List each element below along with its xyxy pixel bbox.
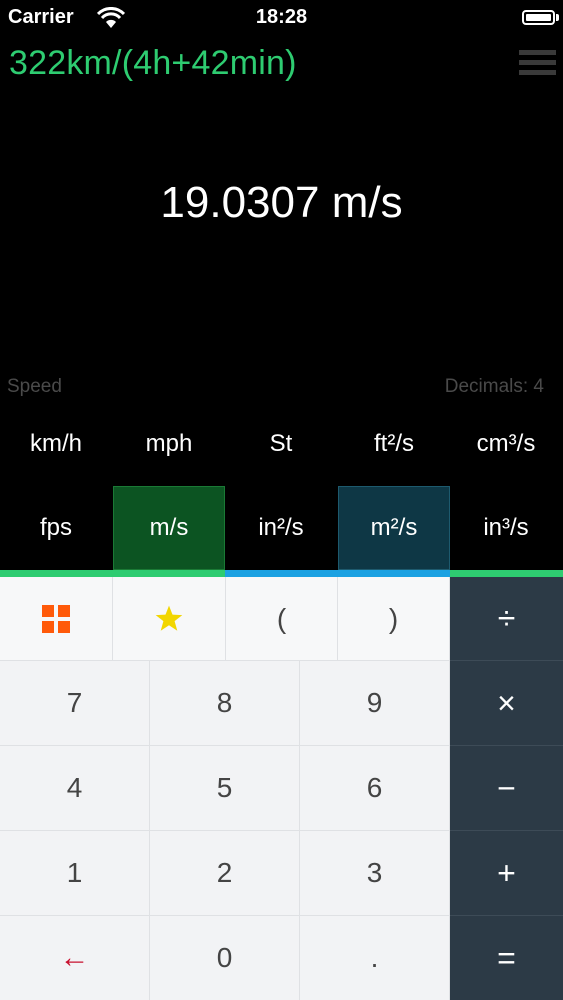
unit-fps[interactable]: fps [0, 486, 112, 570]
key-5[interactable]: 5 [150, 746, 300, 831]
clock: 18:28 [255, 6, 308, 28]
favorite-button[interactable] [113, 577, 226, 661]
result-display: 19.0307 m/s [160, 178, 403, 227]
key-3[interactable]: 3 [300, 831, 450, 916]
backspace-key[interactable]: ← [0, 916, 150, 1000]
key-0[interactable]: 0 [150, 916, 300, 1000]
equals-key[interactable]: = [450, 916, 563, 1000]
unit-mph[interactable]: mph [113, 402, 225, 486]
key-4[interactable]: 4 [0, 746, 150, 831]
key-1[interactable]: 1 [0, 831, 150, 916]
key-7[interactable]: 7 [0, 661, 150, 746]
unit-m-s-selected[interactable]: m/s [113, 486, 225, 570]
status-bar: Carrier 18:28 [0, 0, 563, 36]
unit-m2-s-selected[interactable]: m²/s [338, 486, 450, 570]
unit-ft2-s[interactable]: ft²/s [338, 402, 450, 486]
grid-button[interactable] [0, 577, 113, 661]
multiply-key[interactable]: × [450, 661, 563, 746]
close-paren-key[interactable]: ) [338, 577, 450, 661]
accent-bar-blue [225, 570, 450, 577]
menu-icon[interactable] [519, 50, 556, 76]
unit-st[interactable]: St [225, 402, 337, 486]
divide-key[interactable]: ÷ [450, 577, 563, 661]
battery-tip [556, 14, 559, 21]
battery-icon [522, 10, 555, 25]
expression-display[interactable]: 322km/(4h+42min) [9, 44, 297, 83]
unit-km-h[interactable]: km/h [0, 402, 112, 486]
unit-cm3-s[interactable]: cm³/s [450, 402, 562, 486]
key-8[interactable]: 8 [150, 661, 300, 746]
plus-key[interactable]: + [450, 831, 563, 916]
accent-bar-green-right [450, 570, 563, 577]
open-paren-key[interactable]: ( [226, 577, 338, 661]
unit-in2-s[interactable]: in²/s [225, 486, 337, 570]
key-9[interactable]: 9 [300, 661, 450, 746]
decimals-label[interactable]: Decimals: 4 [445, 376, 544, 398]
decimal-point-key[interactable]: . [300, 916, 450, 1000]
star-icon [155, 605, 183, 631]
key-6[interactable]: 6 [300, 746, 450, 831]
grid-icon [42, 604, 70, 633]
category-label[interactable]: Speed [7, 376, 62, 398]
minus-key[interactable]: − [450, 746, 563, 831]
accent-bar-green [0, 570, 225, 577]
key-2[interactable]: 2 [150, 831, 300, 916]
unit-in3-s[interactable]: in³/s [450, 486, 562, 570]
